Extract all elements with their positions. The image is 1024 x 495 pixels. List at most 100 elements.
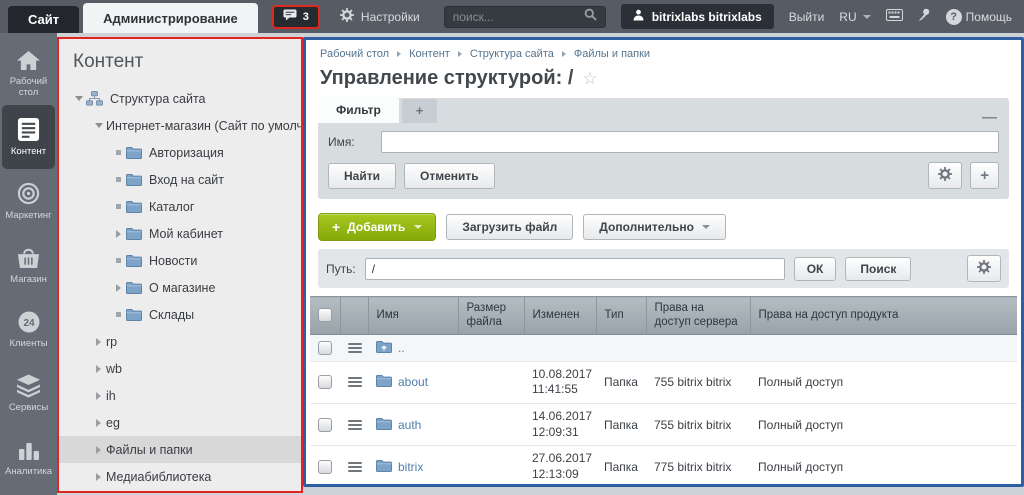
expander-icon[interactable] bbox=[91, 338, 106, 346]
server-access-rights: 755 bitrix bitrix bbox=[646, 403, 750, 445]
sidebar-item-clients[interactable]: 24Клиенты bbox=[0, 297, 57, 361]
tree-item-label: Склады bbox=[149, 308, 194, 322]
row-checkbox[interactable] bbox=[318, 460, 332, 474]
ok-button[interactable]: ОК bbox=[794, 257, 837, 281]
row-menu-icon[interactable] bbox=[348, 377, 362, 387]
sidebar-item-analytics[interactable]: Аналитика bbox=[0, 425, 57, 489]
tree-item[interactable]: Структура сайта bbox=[59, 85, 301, 112]
settings-button[interactable]: Настройки bbox=[340, 8, 420, 25]
sidebar-item-label: Контент bbox=[1, 147, 57, 158]
tree-item[interactable]: О магазине bbox=[59, 274, 301, 301]
tree-item[interactable]: Медиабиблиотека bbox=[59, 463, 301, 490]
expander-icon[interactable] bbox=[71, 96, 86, 101]
row-checkbox[interactable] bbox=[318, 375, 332, 389]
notifications-button[interactable]: 3 bbox=[272, 5, 320, 29]
favorite-star-icon[interactable]: ☆ bbox=[582, 69, 597, 89]
help-button[interactable]: ?Помощь bbox=[946, 9, 1012, 25]
topbar-right: bitrixlabs bitrixlabs Выйти RU ?Помощь bbox=[444, 4, 1024, 29]
file-name-link[interactable]: .. bbox=[398, 341, 405, 355]
tree-item[interactable]: eg bbox=[59, 409, 301, 436]
pin-button[interactable] bbox=[918, 8, 931, 25]
tree-item[interactable]: Новости bbox=[59, 247, 301, 274]
breadcrumb-link[interactable]: Рабочий стол bbox=[320, 48, 389, 60]
column-header[interactable]: Размер файла bbox=[458, 297, 524, 335]
filter-tab[interactable]: Фильтр bbox=[318, 97, 399, 123]
hotkeys-button[interactable] bbox=[886, 9, 903, 24]
row-menu-icon[interactable] bbox=[348, 462, 362, 472]
sidebar-item-label: Аналитика bbox=[1, 467, 57, 478]
sidebar-item-label: Магазин bbox=[1, 275, 57, 286]
search-icon[interactable] bbox=[584, 8, 597, 26]
column-header[interactable]: Тип bbox=[596, 297, 646, 335]
select-all-header[interactable] bbox=[310, 297, 340, 335]
upload-file-button[interactable]: Загрузить файл bbox=[446, 214, 573, 240]
plus-icon: + bbox=[332, 222, 340, 232]
sidebar-item-desktop[interactable]: Рабочий стол bbox=[0, 41, 57, 105]
expander-icon[interactable] bbox=[91, 419, 106, 427]
tree-item[interactable]: Мой кабинет bbox=[59, 220, 301, 247]
collapse-filter-button[interactable]: — bbox=[978, 113, 1001, 123]
tree-item[interactable]: Интернет-магазин (Сайт по умолчанию) bbox=[59, 112, 301, 139]
tree-item[interactable]: ih bbox=[59, 382, 301, 409]
tree-item[interactable]: Склады bbox=[59, 301, 301, 328]
sidebar-item-content[interactable]: Контент bbox=[2, 105, 55, 169]
path-input[interactable] bbox=[365, 258, 785, 280]
grid-settings-button[interactable] bbox=[967, 255, 1001, 282]
breadcrumb-link[interactable]: Структура сайта bbox=[470, 48, 554, 60]
file-type bbox=[596, 334, 646, 361]
bullet-icon bbox=[111, 258, 126, 263]
expander-icon[interactable] bbox=[91, 392, 106, 400]
expander-icon[interactable] bbox=[91, 123, 106, 128]
search-input[interactable] bbox=[453, 10, 578, 24]
select-all-checkbox[interactable] bbox=[318, 308, 332, 322]
row-menu-icon[interactable] bbox=[348, 420, 362, 430]
tree-item[interactable]: wb bbox=[59, 355, 301, 382]
path-search-button[interactable]: Поиск bbox=[845, 257, 911, 281]
add-filter-tab-button[interactable]: + bbox=[402, 99, 438, 123]
tree-item[interactable]: rp bbox=[59, 328, 301, 355]
topbar-search[interactable] bbox=[444, 6, 606, 28]
tree-item[interactable]: Каталог bbox=[59, 193, 301, 220]
expander-icon[interactable] bbox=[91, 365, 106, 373]
expander-icon[interactable] bbox=[91, 446, 106, 454]
expander-icon[interactable] bbox=[111, 230, 126, 238]
logout-link[interactable]: Выйти bbox=[789, 10, 825, 24]
user-button[interactable]: bitrixlabs bitrixlabs bbox=[621, 4, 774, 29]
tree-item[interactable]: Авторизация bbox=[59, 139, 301, 166]
desktop-icon bbox=[16, 47, 41, 73]
path-label: Путь: bbox=[326, 262, 356, 276]
column-header[interactable]: Права на доступ продукта bbox=[750, 297, 1017, 335]
breadcrumb-link[interactable]: Контент bbox=[409, 48, 450, 60]
tree-item[interactable]: Файлы и папки bbox=[59, 436, 301, 463]
name-filter-input[interactable] bbox=[381, 131, 999, 153]
tree-item-label: Вход на сайт bbox=[149, 173, 224, 187]
tab-administration[interactable]: Администрирование bbox=[83, 3, 258, 33]
file-name-link[interactable]: about bbox=[398, 375, 428, 389]
row-menu-icon[interactable] bbox=[348, 343, 362, 353]
row-checkbox[interactable] bbox=[318, 418, 332, 432]
sidebar-item-services[interactable]: Сервисы bbox=[0, 361, 57, 425]
more-actions-button[interactable]: Дополнительно bbox=[583, 214, 726, 240]
question-icon: ? bbox=[946, 9, 962, 25]
filter-settings-button[interactable] bbox=[928, 162, 962, 189]
sidebar-item-marketing[interactable]: Маркетинг bbox=[0, 169, 57, 233]
column-header[interactable]: Имя bbox=[368, 297, 458, 335]
add-button[interactable]: + Добавить bbox=[318, 213, 436, 241]
tree-item-label: Авторизация bbox=[149, 146, 224, 160]
page-title: Управление структурой: / ☆ bbox=[320, 67, 1007, 90]
language-selector[interactable]: RU bbox=[839, 10, 870, 24]
add-filter-field-button[interactable]: + bbox=[970, 162, 999, 189]
file-name-link[interactable]: bitrix bbox=[398, 460, 423, 474]
column-header[interactable]: Изменен bbox=[524, 297, 596, 335]
row-checkbox[interactable] bbox=[318, 341, 332, 355]
expander-icon[interactable] bbox=[111, 284, 126, 292]
sidebar-item-store[interactable]: Магазин bbox=[0, 233, 57, 297]
expander-icon[interactable] bbox=[91, 473, 106, 481]
tree-item[interactable]: Вход на сайт bbox=[59, 166, 301, 193]
tab-site[interactable]: Сайт bbox=[8, 6, 79, 33]
breadcrumb-link[interactable]: Файлы и папки bbox=[574, 48, 650, 60]
column-header[interactable]: Права на доступ сервера bbox=[646, 297, 750, 335]
find-button[interactable]: Найти bbox=[328, 163, 396, 189]
file-name-link[interactable]: auth bbox=[398, 418, 421, 432]
cancel-button[interactable]: Отменить bbox=[404, 163, 495, 189]
